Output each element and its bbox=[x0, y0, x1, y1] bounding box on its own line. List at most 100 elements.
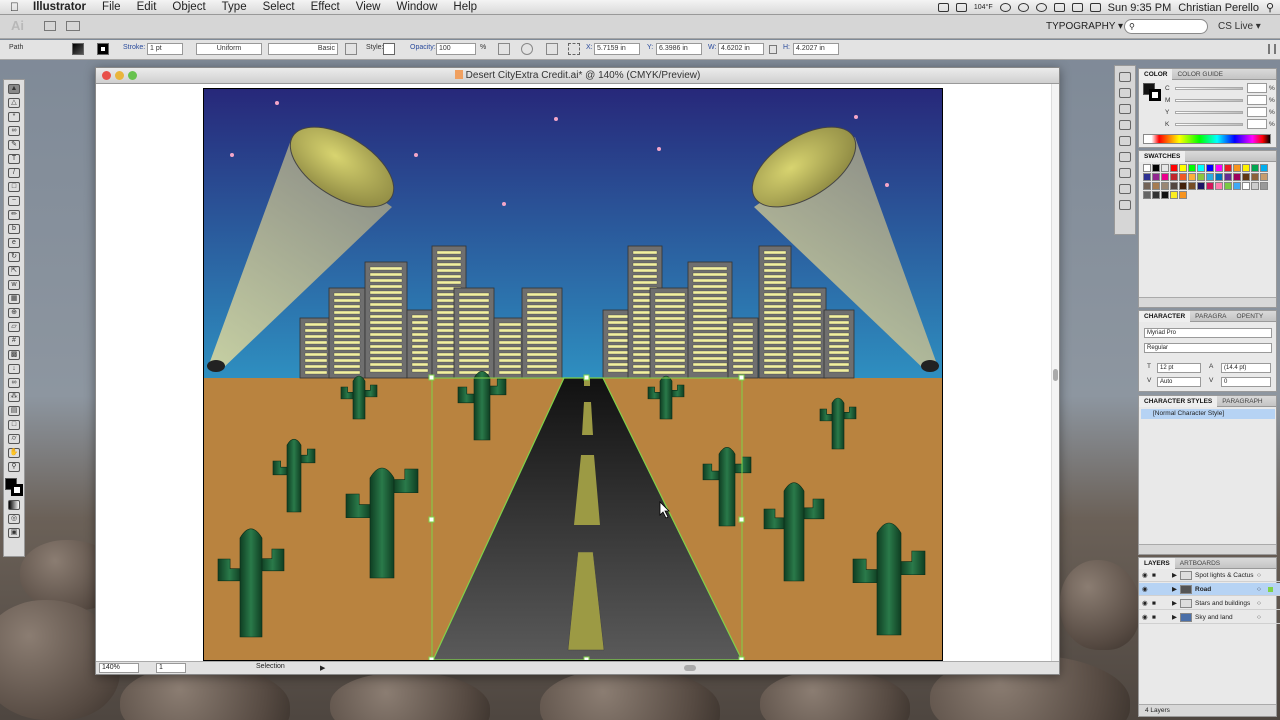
direct-selection-tool-icon[interactable]: △ bbox=[8, 98, 20, 108]
mesh-tool-icon[interactable]: # bbox=[8, 336, 20, 346]
swatch[interactable] bbox=[1215, 182, 1223, 190]
eraser-tool-icon[interactable]: e bbox=[8, 238, 20, 248]
paragraph-panel-icon[interactable] bbox=[1119, 104, 1131, 114]
font-style-select[interactable]: Regular bbox=[1144, 343, 1272, 353]
width-tool-icon[interactable]: w bbox=[8, 280, 20, 290]
swatch[interactable] bbox=[1215, 173, 1223, 181]
artwork-svg[interactable] bbox=[204, 89, 942, 660]
building[interactable] bbox=[364, 261, 408, 379]
swatch[interactable] bbox=[1179, 173, 1187, 181]
swatch[interactable] bbox=[1206, 164, 1214, 172]
swatch[interactable] bbox=[1179, 191, 1187, 199]
camera-icon[interactable] bbox=[937, 3, 949, 12]
minimize-window-icon[interactable] bbox=[115, 71, 124, 80]
scale-tool-icon[interactable]: ⇱ bbox=[8, 266, 20, 276]
swatch[interactable] bbox=[1206, 182, 1214, 190]
menu-effect[interactable]: Effect bbox=[303, 1, 348, 13]
target-circle-icon[interactable]: ○ bbox=[1257, 583, 1261, 596]
wifi-icon[interactable] bbox=[1071, 3, 1083, 12]
expand-triangle-icon[interactable]: ▶ bbox=[1172, 597, 1177, 610]
swatch[interactable] bbox=[1224, 164, 1232, 172]
x-position-field[interactable]: 5.7159 in bbox=[594, 43, 640, 55]
building[interactable] bbox=[299, 317, 333, 379]
shape-builder-tool-icon[interactable]: ⊕ bbox=[8, 308, 20, 318]
rotate-tool-icon[interactable]: ↻ bbox=[8, 252, 20, 262]
layer-row[interactable]: ◉ ■ ▶ Stars and buildings ○ bbox=[1139, 597, 1280, 610]
leading-field[interactable]: (14.4 pt) bbox=[1221, 363, 1271, 373]
stroke-swatch[interactable] bbox=[97, 43, 109, 55]
stroke-panel-icon[interactable] bbox=[1119, 120, 1131, 130]
swatch[interactable] bbox=[1161, 182, 1169, 190]
gradient-panel-icon[interactable] bbox=[1119, 136, 1131, 146]
expand-triangle-icon[interactable]: ▶ bbox=[1172, 611, 1177, 624]
perspective-grid-tool-icon[interactable]: ▱ bbox=[8, 322, 20, 332]
screen-mode-icon[interactable]: ▣ bbox=[8, 528, 20, 538]
fill-stroke-swatch[interactable] bbox=[1143, 83, 1161, 101]
transform-icon[interactable] bbox=[568, 43, 580, 55]
swatch[interactable] bbox=[1233, 173, 1241, 181]
graphic-styles-panel-icon[interactable] bbox=[1119, 184, 1131, 194]
selected-art-indicator[interactable] bbox=[1268, 587, 1273, 592]
swatch[interactable] bbox=[1251, 173, 1259, 181]
display-icon[interactable] bbox=[955, 3, 967, 12]
tracking-field[interactable]: 0 bbox=[1221, 377, 1271, 387]
artboard[interactable] bbox=[203, 88, 943, 661]
magic-wand-tool-icon[interactable]: * bbox=[8, 112, 20, 122]
scroll-thumb[interactable] bbox=[1053, 369, 1058, 381]
swatch[interactable] bbox=[1242, 164, 1250, 172]
glyphs-panel-icon[interactable] bbox=[1119, 88, 1131, 98]
lock-icon[interactable]: ■ bbox=[1152, 597, 1156, 610]
menu-select[interactable]: Select bbox=[255, 1, 303, 13]
line-tool-icon[interactable]: / bbox=[8, 168, 20, 178]
swatch[interactable] bbox=[1188, 173, 1196, 181]
graphic-style-swatch[interactable] bbox=[383, 43, 395, 55]
style-options-icon[interactable] bbox=[345, 43, 357, 55]
status-menu-arrow-icon[interactable]: ▶ bbox=[320, 664, 325, 672]
gradient-tool-icon[interactable]: ▩ bbox=[8, 350, 20, 360]
paintbrush-tool-icon[interactable]: ~ bbox=[8, 196, 20, 206]
building[interactable] bbox=[453, 287, 495, 379]
tab-paragraph-styles[interactable]: PARAGRAPH bbox=[1217, 398, 1267, 405]
swatch[interactable] bbox=[1188, 182, 1196, 190]
sync-icon[interactable] bbox=[1017, 3, 1029, 12]
swatch[interactable] bbox=[1152, 164, 1160, 172]
weather-readout[interactable]: 104°F bbox=[974, 4, 993, 11]
m-slider[interactable] bbox=[1175, 99, 1243, 102]
swatch[interactable] bbox=[1260, 164, 1268, 172]
align-icon[interactable] bbox=[546, 43, 558, 55]
expand-triangle-icon[interactable]: ▶ bbox=[1172, 569, 1177, 582]
isolate-object-icon[interactable] bbox=[521, 43, 533, 55]
tab-character[interactable]: CHARACTER bbox=[1139, 310, 1191, 322]
menu-edit[interactable]: Edit bbox=[129, 1, 165, 13]
status-tool[interactable]: Selection bbox=[256, 663, 285, 670]
opacity-field[interactable]: 100 bbox=[436, 43, 476, 55]
swatch[interactable] bbox=[1233, 164, 1241, 172]
star[interactable] bbox=[854, 115, 858, 119]
star[interactable] bbox=[554, 117, 558, 121]
swatch[interactable] bbox=[1161, 191, 1169, 199]
swatch[interactable] bbox=[1143, 173, 1151, 181]
font-family-select[interactable]: Myriad Pro bbox=[1144, 328, 1272, 338]
stroke-label[interactable]: Stroke: bbox=[123, 44, 145, 51]
expand-triangle-icon[interactable]: ▶ bbox=[1172, 583, 1177, 596]
swatch[interactable] bbox=[1197, 182, 1205, 190]
building[interactable] bbox=[727, 317, 759, 379]
swatch[interactable] bbox=[1197, 164, 1205, 172]
swatch[interactable] bbox=[1206, 173, 1214, 181]
building[interactable] bbox=[328, 287, 366, 379]
target-circle-icon[interactable]: ○ bbox=[1257, 597, 1261, 610]
c-slider[interactable] bbox=[1175, 87, 1243, 90]
swatch[interactable] bbox=[1170, 164, 1178, 172]
search-input[interactable]: ⚲ bbox=[1124, 19, 1208, 34]
star[interactable] bbox=[657, 147, 661, 151]
menu-help[interactable]: Help bbox=[445, 1, 485, 13]
apple-icon[interactable]:  bbox=[0, 0, 25, 14]
swatch[interactable] bbox=[1152, 191, 1160, 199]
type-tool-icon[interactable]: T bbox=[8, 154, 20, 164]
bridge-icon[interactable] bbox=[44, 21, 56, 31]
tab-layers[interactable]: LAYERS bbox=[1139, 557, 1175, 569]
close-window-icon[interactable] bbox=[102, 71, 111, 80]
swatch[interactable] bbox=[1215, 164, 1223, 172]
bluetooth-icon[interactable] bbox=[1053, 3, 1065, 12]
building[interactable] bbox=[758, 245, 792, 379]
